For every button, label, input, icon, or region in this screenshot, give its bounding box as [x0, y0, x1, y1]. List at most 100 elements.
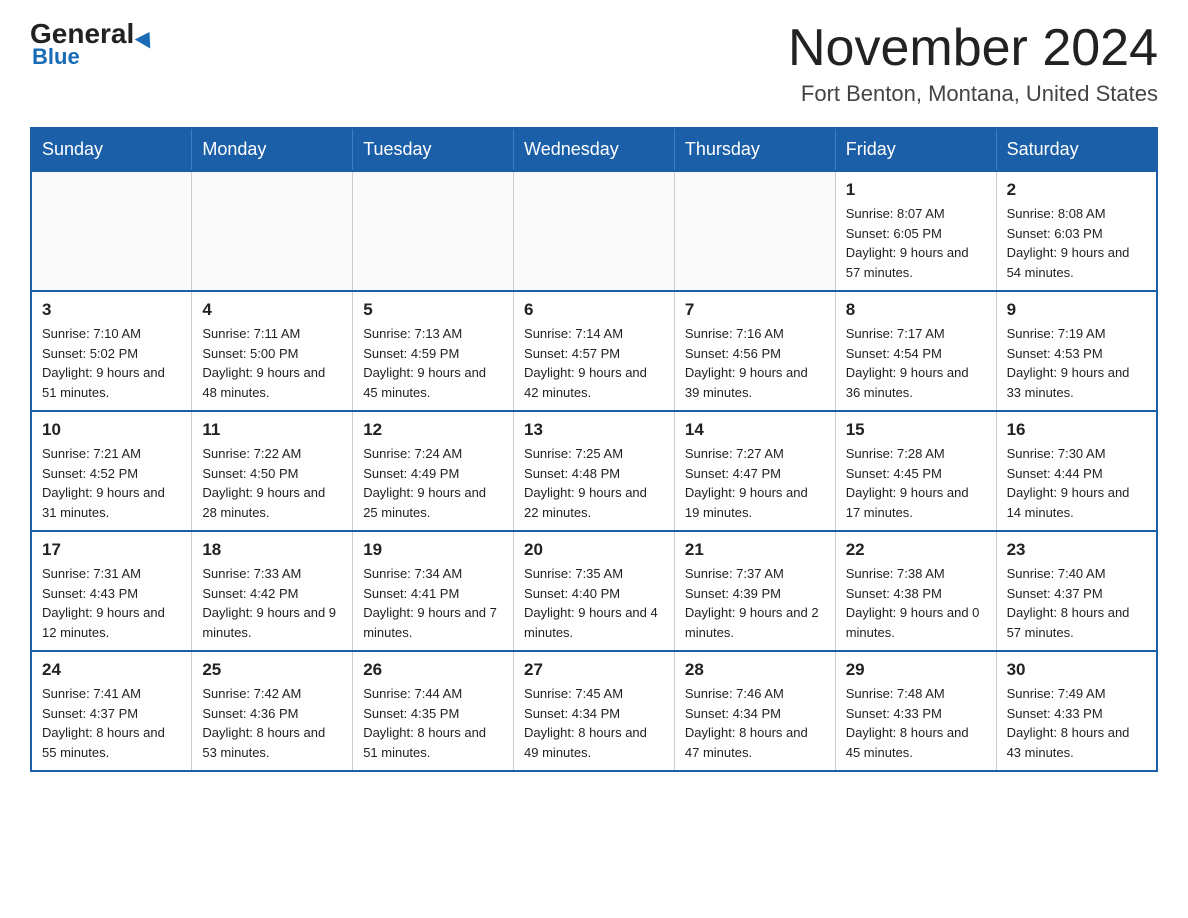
day-number: 27 — [524, 660, 664, 680]
calendar-cell-w1-d5 — [674, 171, 835, 291]
month-title: November 2024 — [788, 20, 1158, 77]
day-number: 2 — [1007, 180, 1146, 200]
calendar-cell-w4-d1: 17 Sunrise: 7:31 AM Sunset: 4:43 PM Dayli… — [31, 531, 192, 651]
calendar-cell-w3-d6: 15 Sunrise: 7:28 AM Sunset: 4:45 PM Dayli… — [835, 411, 996, 531]
header-thursday: Thursday — [674, 128, 835, 171]
day-number: 8 — [846, 300, 986, 320]
calendar-cell-w1-d4 — [514, 171, 675, 291]
day-info: Sunrise: 7:14 AM Sunset: 4:57 PM Dayligh… — [524, 324, 664, 402]
day-info: Sunrise: 7:42 AM Sunset: 4:36 PM Dayligh… — [202, 684, 342, 762]
calendar-cell-w4-d6: 22 Sunrise: 7:38 AM Sunset: 4:38 PM Dayli… — [835, 531, 996, 651]
day-number: 1 — [846, 180, 986, 200]
day-info: Sunrise: 7:38 AM Sunset: 4:38 PM Dayligh… — [846, 564, 986, 642]
day-info: Sunrise: 7:45 AM Sunset: 4:34 PM Dayligh… — [524, 684, 664, 762]
day-info: Sunrise: 8:08 AM Sunset: 6:03 PM Dayligh… — [1007, 204, 1146, 282]
day-info: Sunrise: 7:13 AM Sunset: 4:59 PM Dayligh… — [363, 324, 503, 402]
day-info: Sunrise: 7:10 AM Sunset: 5:02 PM Dayligh… — [42, 324, 181, 402]
calendar-cell-w1-d1 — [31, 171, 192, 291]
day-info: Sunrise: 7:17 AM Sunset: 4:54 PM Dayligh… — [846, 324, 986, 402]
calendar-cell-w1-d7: 2 Sunrise: 8:08 AM Sunset: 6:03 PM Daylig… — [996, 171, 1157, 291]
header-sunday: Sunday — [31, 128, 192, 171]
day-number: 26 — [363, 660, 503, 680]
day-number: 29 — [846, 660, 986, 680]
logo-sub: Blue — [32, 44, 80, 70]
calendar-cell-w4-d7: 23 Sunrise: 7:40 AM Sunset: 4:37 PM Dayli… — [996, 531, 1157, 651]
calendar-cell-w5-d2: 25Sunrise: 7:42 AM Sunset: 4:36 PM Dayli… — [192, 651, 353, 771]
calendar-week-3: 10 Sunrise: 7:21 AM Sunset: 4:52 PM Dayli… — [31, 411, 1157, 531]
day-info: Sunrise: 7:28 AM Sunset: 4:45 PM Dayligh… — [846, 444, 986, 522]
day-number: 24 — [42, 660, 181, 680]
calendar-week-1: 1Sunrise: 8:07 AM Sunset: 6:05 PM Daylig… — [31, 171, 1157, 291]
location-title: Fort Benton, Montana, United States — [788, 81, 1158, 107]
calendar-cell-w5-d7: 30 Sunrise: 7:49 AM Sunset: 4:33 PM Dayli… — [996, 651, 1157, 771]
day-info: Sunrise: 7:33 AM Sunset: 4:42 PM Dayligh… — [202, 564, 342, 642]
header-wednesday: Wednesday — [514, 128, 675, 171]
calendar-cell-w3-d2: 11 Sunrise: 7:22 AM Sunset: 4:50 PM Dayli… — [192, 411, 353, 531]
calendar-cell-w5-d1: 24 Sunrise: 7:41 AM Sunset: 4:37 PM Dayli… — [31, 651, 192, 771]
calendar-cell-w3-d1: 10 Sunrise: 7:21 AM Sunset: 4:52 PM Dayli… — [31, 411, 192, 531]
calendar-cell-w2-d6: 8 Sunrise: 7:17 AM Sunset: 4:54 PM Daylig… — [835, 291, 996, 411]
day-number: 30 — [1007, 660, 1146, 680]
calendar-cell-w2-d7: 9 Sunrise: 7:19 AM Sunset: 4:53 PM Daylig… — [996, 291, 1157, 411]
calendar-cell-w1-d6: 1Sunrise: 8:07 AM Sunset: 6:05 PM Daylig… — [835, 171, 996, 291]
day-info: Sunrise: 7:49 AM Sunset: 4:33 PM Dayligh… — [1007, 684, 1146, 762]
day-info: Sunrise: 7:40 AM Sunset: 4:37 PM Dayligh… — [1007, 564, 1146, 642]
day-info: Sunrise: 7:24 AM Sunset: 4:49 PM Dayligh… — [363, 444, 503, 522]
day-info: Sunrise: 7:37 AM Sunset: 4:39 PM Dayligh… — [685, 564, 825, 642]
day-info: Sunrise: 7:27 AM Sunset: 4:47 PM Dayligh… — [685, 444, 825, 522]
day-number: 10 — [42, 420, 181, 440]
header-saturday: Saturday — [996, 128, 1157, 171]
day-info: Sunrise: 7:41 AM Sunset: 4:37 PM Dayligh… — [42, 684, 181, 762]
header-friday: Friday — [835, 128, 996, 171]
day-number: 12 — [363, 420, 503, 440]
day-number: 17 — [42, 540, 181, 560]
day-number: 9 — [1007, 300, 1146, 320]
day-info: Sunrise: 7:34 AM Sunset: 4:41 PM Dayligh… — [363, 564, 503, 642]
day-number: 28 — [685, 660, 825, 680]
day-info: Sunrise: 7:21 AM Sunset: 4:52 PM Dayligh… — [42, 444, 181, 522]
calendar-cell-w4-d5: 21Sunrise: 7:37 AM Sunset: 4:39 PM Dayli… — [674, 531, 835, 651]
day-number: 23 — [1007, 540, 1146, 560]
day-number: 11 — [202, 420, 342, 440]
calendar-week-4: 17 Sunrise: 7:31 AM Sunset: 4:43 PM Dayli… — [31, 531, 1157, 651]
day-number: 22 — [846, 540, 986, 560]
title-block: November 2024 Fort Benton, Montana, Unit… — [788, 20, 1158, 107]
day-info: Sunrise: 7:46 AM Sunset: 4:34 PM Dayligh… — [685, 684, 825, 762]
page-header: General Blue November 2024 Fort Benton, … — [30, 20, 1158, 107]
day-number: 4 — [202, 300, 342, 320]
calendar-cell-w3-d4: 13 Sunrise: 7:25 AM Sunset: 4:48 PM Dayli… — [514, 411, 675, 531]
calendar-cell-w3-d3: 12 Sunrise: 7:24 AM Sunset: 4:49 PM Dayli… — [353, 411, 514, 531]
day-info: Sunrise: 7:31 AM Sunset: 4:43 PM Dayligh… — [42, 564, 181, 642]
day-info: Sunrise: 7:19 AM Sunset: 4:53 PM Dayligh… — [1007, 324, 1146, 402]
calendar-cell-w2-d1: 3 Sunrise: 7:10 AM Sunset: 5:02 PM Daylig… — [31, 291, 192, 411]
day-number: 7 — [685, 300, 825, 320]
calendar-week-5: 24 Sunrise: 7:41 AM Sunset: 4:37 PM Dayli… — [31, 651, 1157, 771]
calendar-header-row: Sunday Monday Tuesday Wednesday Thursday… — [31, 128, 1157, 171]
day-number: 15 — [846, 420, 986, 440]
day-number: 6 — [524, 300, 664, 320]
calendar-cell-w2-d3: 5 Sunrise: 7:13 AM Sunset: 4:59 PM Daylig… — [353, 291, 514, 411]
day-info: Sunrise: 7:22 AM Sunset: 4:50 PM Dayligh… — [202, 444, 342, 522]
day-number: 19 — [363, 540, 503, 560]
day-info: Sunrise: 7:11 AM Sunset: 5:00 PM Dayligh… — [202, 324, 342, 402]
day-number: 13 — [524, 420, 664, 440]
calendar-cell-w4-d2: 18Sunrise: 7:33 AM Sunset: 4:42 PM Dayli… — [192, 531, 353, 651]
calendar-cell-w1-d3 — [353, 171, 514, 291]
calendar-cell-w2-d5: 7 Sunrise: 7:16 AM Sunset: 4:56 PM Daylig… — [674, 291, 835, 411]
day-number: 14 — [685, 420, 825, 440]
header-monday: Monday — [192, 128, 353, 171]
day-number: 16 — [1007, 420, 1146, 440]
calendar-cell-w4-d4: 20Sunrise: 7:35 AM Sunset: 4:40 PM Dayli… — [514, 531, 675, 651]
day-number: 3 — [42, 300, 181, 320]
day-info: Sunrise: 7:25 AM Sunset: 4:48 PM Dayligh… — [524, 444, 664, 522]
calendar-cell-w5-d3: 26 Sunrise: 7:44 AM Sunset: 4:35 PM Dayli… — [353, 651, 514, 771]
day-number: 20 — [524, 540, 664, 560]
day-info: Sunrise: 7:30 AM Sunset: 4:44 PM Dayligh… — [1007, 444, 1146, 522]
calendar-cell-w5-d6: 29Sunrise: 7:48 AM Sunset: 4:33 PM Dayli… — [835, 651, 996, 771]
day-number: 5 — [363, 300, 503, 320]
header-tuesday: Tuesday — [353, 128, 514, 171]
calendar-table: Sunday Monday Tuesday Wednesday Thursday… — [30, 127, 1158, 772]
day-info: Sunrise: 7:44 AM Sunset: 4:35 PM Dayligh… — [363, 684, 503, 762]
day-info: Sunrise: 7:16 AM Sunset: 4:56 PM Dayligh… — [685, 324, 825, 402]
calendar-cell-w4-d3: 19 Sunrise: 7:34 AM Sunset: 4:41 PM Dayli… — [353, 531, 514, 651]
